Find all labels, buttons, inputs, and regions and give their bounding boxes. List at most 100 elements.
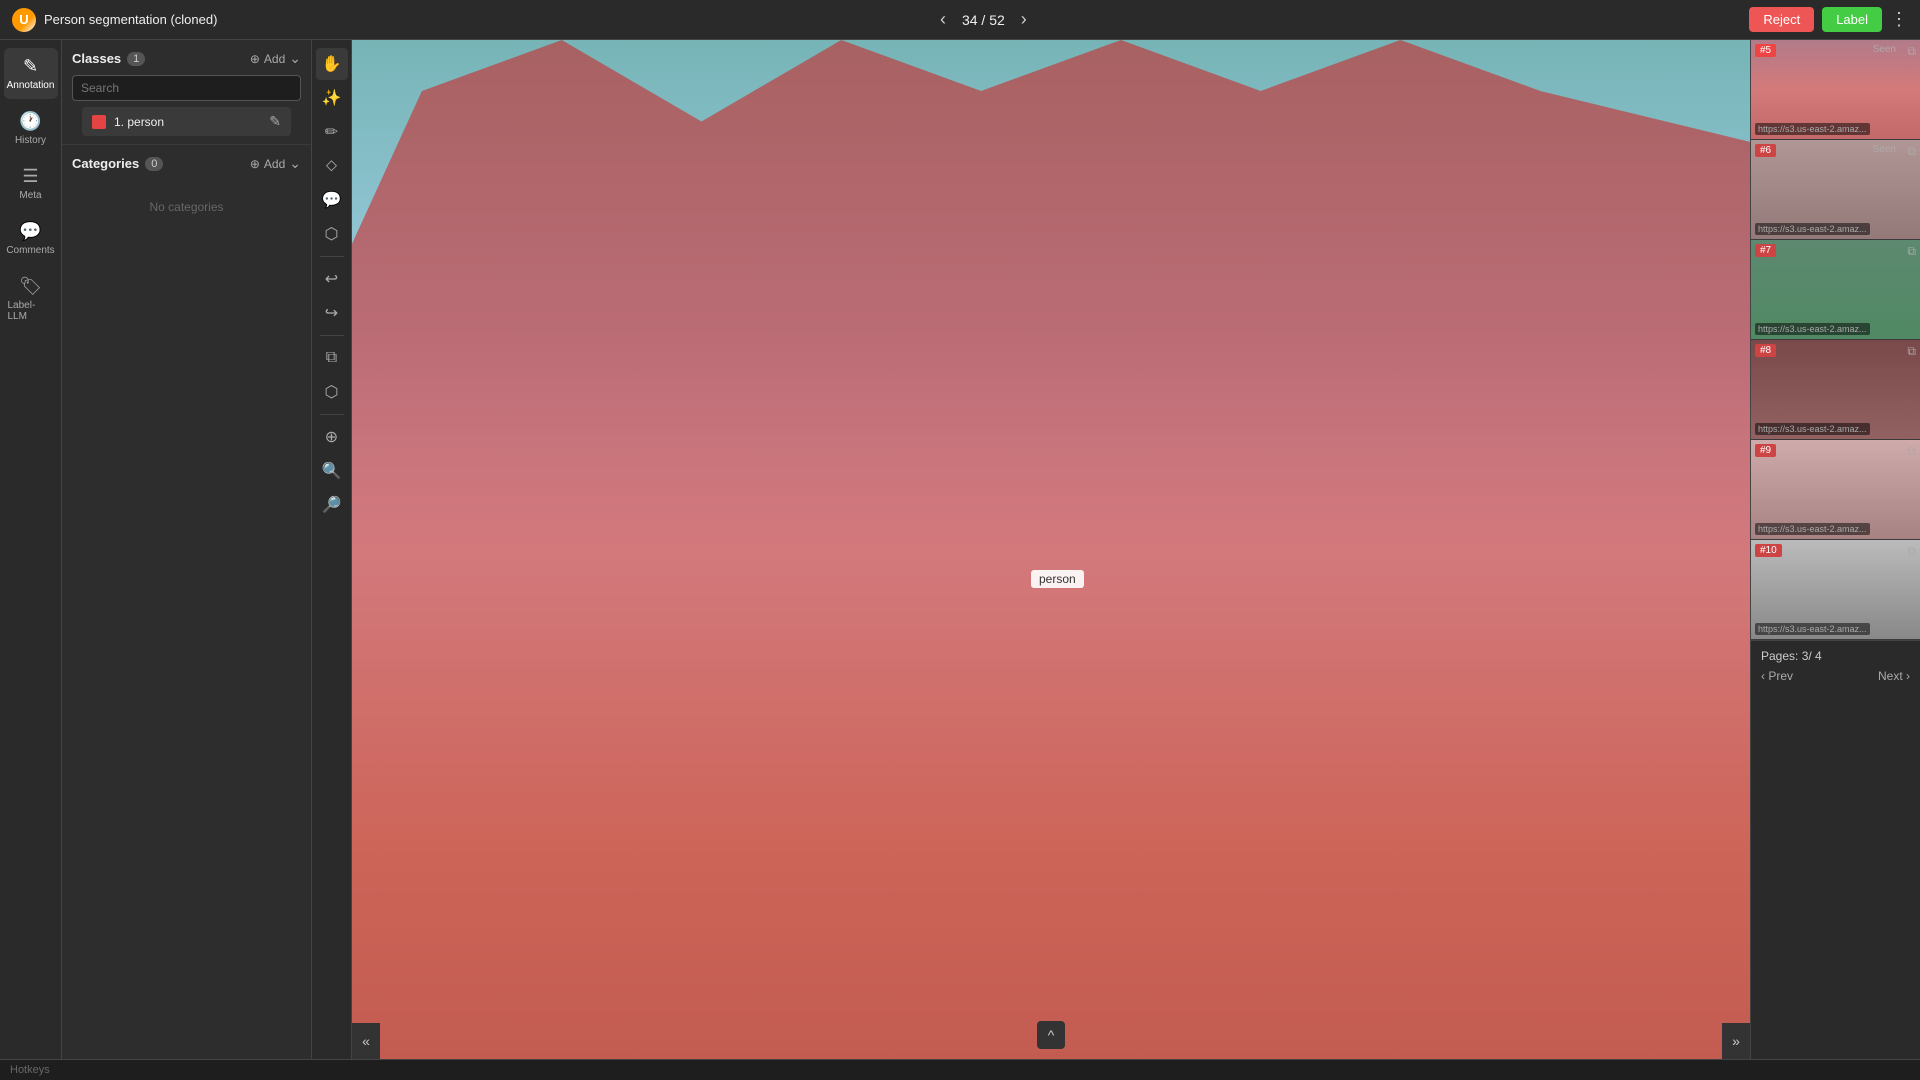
classes-panel: Classes 1 ⊕ Add ⌄ 1. person ✎: [62, 40, 312, 1059]
hotkeys-bar[interactable]: Hotkeys: [0, 1059, 1920, 1080]
thumb-badge-7: #7: [1755, 244, 1776, 257]
thumb-url-5: https://s3.us-east-2.amaz...: [1755, 123, 1870, 135]
thumb-url-10: https://s3.us-east-2.amaz...: [1755, 623, 1870, 635]
logo: U: [12, 8, 36, 32]
thumb-copy-10[interactable]: ⧉: [1907, 544, 1916, 559]
right-panel-footer: Pages: 3/ 4 ‹ Prev Next ›: [1751, 640, 1920, 691]
label-llm-icon: 🏷: [19, 276, 42, 297]
class-item-person[interactable]: 1. person ✎: [82, 107, 291, 136]
page-indicator: 34 / 52: [962, 12, 1005, 28]
sidebar-item-comments[interactable]: 💬 Comments: [4, 213, 58, 264]
class-name: 1. person: [114, 115, 261, 129]
thumb-copy-5[interactable]: ⧉: [1907, 44, 1916, 59]
tools-panel: ✋ ✨ ✏ ⬦ 💬 ⬡ ↩ ↪ ⧉ ⬡ ⊕ 🔍 🔎: [312, 40, 352, 1059]
thumbnail-9[interactable]: #9 ⧉ https://s3.us-east-2.amaz...: [1751, 440, 1920, 540]
tool-erase-button[interactable]: ⬦: [316, 150, 348, 182]
add-class-button[interactable]: ⊕ Add: [250, 52, 285, 66]
thumb-url-6: https://s3.us-east-2.amaz...: [1755, 223, 1870, 235]
classes-count: 1: [127, 52, 145, 66]
tool-undo-button[interactable]: ↩: [316, 263, 348, 295]
thumbnail-5[interactable]: #5 Seen ⧉ https://s3.us-east-2.amaz...: [1751, 40, 1920, 140]
sidebar-item-label-llm[interactable]: 🏷 Label-LLM: [4, 268, 58, 330]
tool-separator-2: [320, 335, 344, 336]
reject-button[interactable]: Reject: [1749, 7, 1814, 32]
categories-section: Categories 0 ⊕ Add ⌄ No categories: [62, 145, 311, 244]
thumb-badge-8: #8: [1755, 344, 1776, 357]
tool-filter-button[interactable]: ⬡: [316, 218, 348, 250]
classes-chevron-button[interactable]: ⌄: [289, 50, 301, 67]
collapse-left-button[interactable]: «: [352, 1023, 380, 1059]
pagination-buttons: ‹ Prev Next ›: [1761, 669, 1910, 683]
tool-redo-button[interactable]: ↪: [316, 297, 348, 329]
classes-title: Classes: [72, 51, 121, 66]
sidebar-item-annotation[interactable]: ✎ Annotation: [4, 48, 58, 99]
add-cat-icon: ⊕: [250, 157, 260, 171]
main-layout: ✎ Annotation 🕐 History ☰ Meta 💬 Comments…: [0, 40, 1920, 1059]
tool-paste-button[interactable]: ⬡: [316, 376, 348, 408]
annotation-icon: ✎: [23, 56, 38, 77]
thumb-badge-9: #9: [1755, 444, 1776, 457]
tool-zoom-out-button[interactable]: 🔎: [316, 489, 348, 521]
tool-smart-button[interactable]: ✨: [316, 82, 348, 114]
thumb-copy-7[interactable]: ⧉: [1907, 244, 1916, 259]
topbar-center: ‹ 34 / 52 ›: [936, 9, 1031, 30]
pages-info: Pages: 3/ 4: [1761, 649, 1910, 663]
thumb-badge-5: #5: [1755, 44, 1776, 57]
thumb-url-9: https://s3.us-east-2.amaz...: [1755, 523, 1870, 535]
classes-section: Classes 1 ⊕ Add ⌄ 1. person ✎: [62, 40, 311, 145]
categories-chevron-button[interactable]: ⌄: [289, 155, 301, 172]
tool-separator-1: [320, 256, 344, 257]
tool-copy-button[interactable]: ⧉: [316, 342, 348, 374]
class-color-swatch: [92, 115, 106, 129]
next-page-button[interactable]: Next ›: [1878, 669, 1910, 683]
tool-zoom-in-button[interactable]: 🔍: [316, 455, 348, 487]
prev-image-button[interactable]: ‹: [936, 9, 950, 30]
thumb-seen-6: Seen: [1873, 144, 1896, 155]
thumb-url-7: https://s3.us-east-2.amaz...: [1755, 323, 1870, 335]
thumbnail-7[interactable]: #7 ⧉ https://s3.us-east-2.amaz...: [1751, 240, 1920, 340]
classes-header: Classes 1 ⊕ Add ⌄: [72, 50, 301, 67]
add-cat-label: Add: [264, 157, 285, 171]
sidebar-label-meta: Meta: [19, 190, 41, 201]
tool-separator-3: [320, 414, 344, 415]
thumb-url-8: https://s3.us-east-2.amaz...: [1755, 423, 1870, 435]
thumb-copy-8[interactable]: ⧉: [1907, 344, 1916, 359]
meta-icon: ☰: [22, 166, 38, 187]
sidebar-item-meta[interactable]: ☰ Meta: [4, 158, 58, 209]
thumb-badge-10: #10: [1755, 544, 1782, 557]
thumb-seen-5: Seen: [1873, 44, 1896, 55]
canvas-image: person: [352, 40, 1750, 1059]
left-sidebar: ✎ Annotation 🕐 History ☰ Meta 💬 Comments…: [0, 40, 62, 1059]
thumbnail-8[interactable]: #8 ⧉ https://s3.us-east-2.amaz...: [1751, 340, 1920, 440]
tool-zoom-fit-button[interactable]: ⊕: [316, 421, 348, 453]
tool-select-button[interactable]: ✋: [316, 48, 348, 80]
thumbnail-10[interactable]: #10 ⧉ https://s3.us-east-2.amaz...: [1751, 540, 1920, 640]
thumb-copy-9[interactable]: ⧉: [1907, 444, 1916, 459]
categories-header: Categories 0 ⊕ Add ⌄: [72, 155, 301, 172]
categories-actions: ⊕ Add ⌄: [250, 155, 301, 172]
tool-comment-button[interactable]: 💬: [316, 184, 348, 216]
collapse-right-button[interactable]: »: [1722, 1023, 1750, 1059]
right-panel: #5 Seen ⧉ https://s3.us-east-2.amaz... #…: [1750, 40, 1920, 1059]
next-image-button[interactable]: ›: [1017, 9, 1031, 30]
sidebar-label-llm: Label-LLM: [8, 300, 54, 322]
thumb-copy-6[interactable]: ⧉: [1907, 144, 1916, 159]
more-options-button[interactable]: ⋮: [1890, 9, 1908, 30]
categories-header-left: Categories 0: [72, 156, 163, 171]
tool-brush-button[interactable]: ✏: [316, 116, 348, 148]
topbar-left: U Person segmentation (cloned): [12, 8, 217, 32]
canvas-bottom-controls: ^: [1037, 1021, 1065, 1049]
prev-page-button[interactable]: ‹ Prev: [1761, 669, 1793, 683]
canvas-area[interactable]: person « ^ »: [352, 40, 1750, 1059]
sidebar-item-history[interactable]: 🕐 History: [4, 103, 58, 154]
categories-title: Categories: [72, 156, 139, 171]
topbar: U Person segmentation (cloned) ‹ 34 / 52…: [0, 0, 1920, 40]
thumbnail-6[interactable]: #6 Seen ⧉ https://s3.us-east-2.amaz...: [1751, 140, 1920, 240]
search-input[interactable]: [72, 75, 301, 101]
canvas-up-button[interactable]: ^: [1037, 1021, 1065, 1049]
edit-class-icon[interactable]: ✎: [269, 113, 281, 130]
add-category-button[interactable]: ⊕ Add: [250, 157, 285, 171]
categories-count: 0: [145, 157, 163, 171]
page-title: Person segmentation (cloned): [44, 12, 217, 27]
label-button[interactable]: Label: [1822, 7, 1882, 32]
